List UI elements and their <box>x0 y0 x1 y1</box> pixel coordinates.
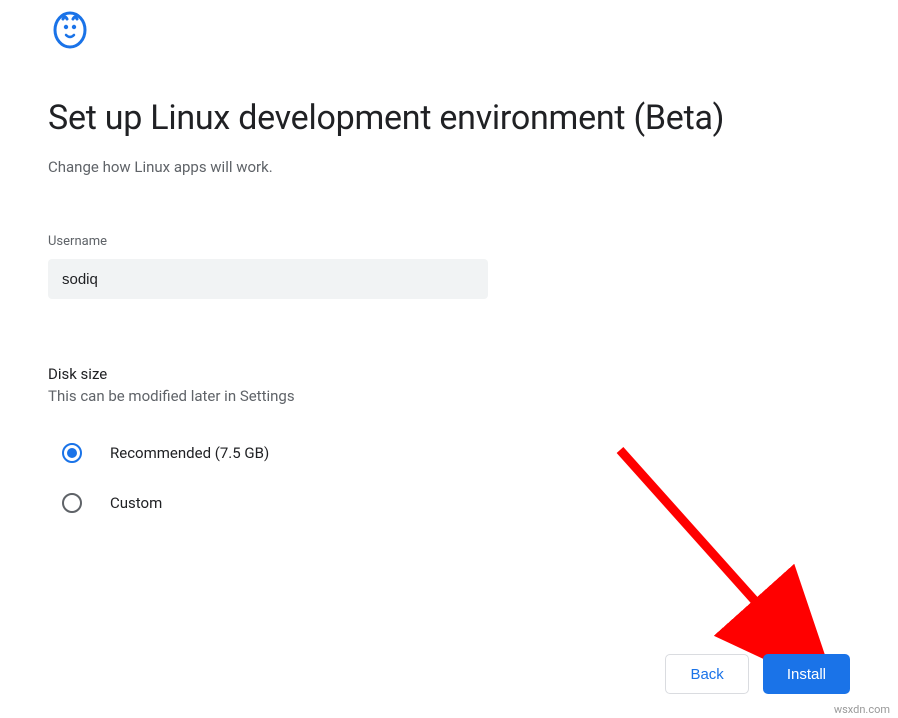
radio-label: Custom <box>110 494 162 512</box>
radio-option-recommended[interactable]: Recommended (7.5 GB) <box>48 443 850 463</box>
install-button[interactable]: Install <box>763 654 850 694</box>
radio-icon <box>62 493 82 513</box>
radio-option-custom[interactable]: Custom <box>48 493 850 513</box>
username-input[interactable] <box>48 259 488 299</box>
username-label: Username <box>48 234 850 249</box>
penguin-icon <box>52 10 88 50</box>
disk-size-radio-group: Recommended (7.5 GB) Custom <box>48 443 850 513</box>
radio-label: Recommended (7.5 GB) <box>110 444 269 462</box>
page-title: Set up Linux development environment (Be… <box>48 98 850 138</box>
back-button[interactable]: Back <box>665 654 748 694</box>
disk-size-heading: Disk size <box>48 365 850 383</box>
attribution-text: wsxdn.com <box>834 703 890 716</box>
page-subtitle: Change how Linux apps will work. <box>48 158 850 176</box>
disk-size-subtext: This can be modified later in Settings <box>48 387 850 405</box>
radio-icon <box>62 443 82 463</box>
